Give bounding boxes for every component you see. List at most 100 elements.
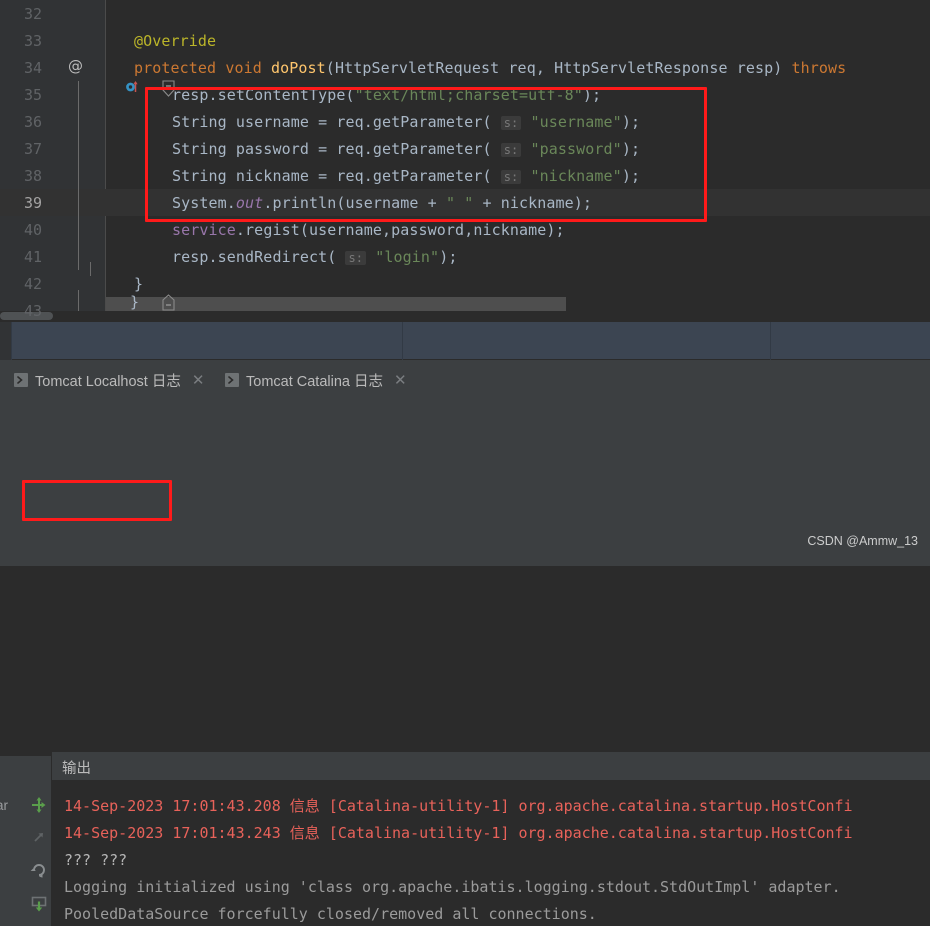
log-line: ??? ??? — [64, 851, 128, 869]
param-hint-badge: s: — [500, 170, 522, 184]
punct: ); — [621, 113, 641, 131]
code-line-32[interactable]: 32 — [0, 0, 930, 27]
code-content: resp.setContentType("text/html;charset=u… — [106, 86, 601, 104]
string-literal: " " — [445, 194, 474, 212]
tab-label: Tomcat Localhost 日志 — [35, 373, 181, 390]
param-req: req, — [499, 59, 555, 77]
up-arrow-icon[interactable] — [28, 826, 50, 848]
console-action-bar[interactable] — [24, 756, 52, 926]
punct: ); — [621, 140, 641, 158]
code-line-34[interactable]: 34 @ protected void doPost(HttpServletRe — [0, 54, 930, 97]
rerun-failed-icon[interactable] — [28, 859, 50, 881]
punct: ); — [439, 248, 458, 266]
field-service: service — [172, 221, 236, 239]
keyword-protected: protected — [134, 59, 217, 77]
param-resp: resp — [727, 59, 774, 77]
tool-window-tab-bar[interactable]: Tomcat Localhost 日志 ✕ Tomcat Catalina 日志… — [0, 364, 930, 396]
line-number: 40 — [23, 221, 42, 239]
log-line: Logging initialized using 'class org.apa… — [64, 878, 841, 896]
tool-window-side-bar[interactable] — [0, 756, 24, 926]
field-out: out — [235, 194, 264, 212]
code-content: } — [130, 293, 139, 311]
rerun-icon[interactable] — [28, 794, 50, 816]
code-content: String username = req.getParameter( s: "… — [106, 113, 640, 131]
string-literal: "text/html;charset=utf-8" — [354, 86, 583, 104]
log-line: PooledDataSource forcefully closed/remov… — [64, 905, 597, 923]
tab-label: Tomcat Catalina 日志 — [246, 373, 383, 390]
code-line-41[interactable]: 41 resp.sendRedirect( s: "login"); — [0, 243, 930, 270]
code-content: resp.sendRedirect( s: "login"); — [106, 248, 457, 266]
editor-preview-strip[interactable] — [0, 322, 930, 360]
send-redirect-call: resp.sendRedirect( — [172, 248, 346, 266]
log-line: 14-Sep-2023 17:01:43.243 信息 [Catalina-ut… — [64, 824, 853, 842]
system-ref: System. — [172, 194, 236, 212]
tab-tomcat-localhost-log[interactable]: Tomcat Localhost 日志 ✕ — [14, 367, 204, 393]
line-number: 42 — [23, 275, 42, 293]
code-line-42[interactable]: 42 } — [0, 262, 930, 311]
punct: ( — [325, 59, 335, 77]
code-content: String password = req.getParameter( s: "… — [106, 140, 640, 158]
call-set-content-type: resp.setContentType( — [172, 86, 355, 104]
code-editor[interactable]: 32 33 @Override 34 @ protected void doPo… — [0, 0, 930, 320]
line-number: 36 — [23, 113, 42, 131]
string-literal: "nickname" — [521, 167, 622, 185]
code-content: String nickname = req.getParameter( s: "… — [106, 167, 640, 185]
param-hint-badge: s: — [500, 143, 522, 157]
punct: ) — [773, 59, 792, 77]
side-tab-label[interactable]: ar — [0, 798, 8, 813]
strip-left-pad — [0, 322, 11, 360]
close-icon[interactable]: ✕ — [394, 373, 407, 388]
close-brace: } — [130, 293, 140, 311]
annotation-gutter-icon[interactable]: @ — [68, 57, 83, 75]
code-content: @Override — [106, 32, 216, 50]
code-line-40[interactable]: 40 service.regist(username,password,nick… — [0, 216, 930, 243]
code-content: service.regist(username,password,nicknam… — [106, 221, 565, 239]
string-literal: "login" — [366, 248, 440, 266]
terminal-icon — [14, 373, 28, 387]
override-method-icon[interactable] — [48, 60, 138, 92]
output-header-label: 输出 — [62, 761, 91, 777]
line-number: 38 — [23, 167, 42, 185]
strip-divider — [770, 322, 771, 360]
line-number: 43 — [23, 302, 42, 320]
annotation-override: @Override — [134, 32, 217, 50]
println-call: .println(username + — [263, 194, 446, 212]
code-line-38[interactable]: 38 String nickname = req.getParameter( s… — [0, 162, 930, 189]
tab-tomcat-catalina-log[interactable]: Tomcat Catalina 日志 ✕ — [225, 367, 407, 393]
gutter-markers[interactable]: @ — [44, 54, 138, 92]
decl-password: String password = req.getParameter( — [172, 140, 501, 158]
code-line-36[interactable]: 36 String username = req.getParameter( s… — [0, 108, 930, 135]
string-literal: "password" — [521, 140, 622, 158]
scroll-to-end-icon[interactable] — [28, 893, 50, 915]
punct: ); — [582, 86, 602, 104]
code-line-33[interactable]: 33 @Override — [0, 27, 930, 54]
close-icon[interactable]: ✕ — [192, 373, 205, 388]
tool-window[interactable]: Tomcat Localhost 日志 ✕ Tomcat Catalina 日志… — [0, 360, 930, 926]
code-content: System.out.println(username + " " + nick… — [106, 194, 592, 212]
annotation-rect-console — [22, 480, 172, 521]
line-number: 35 — [23, 86, 42, 104]
console-output[interactable]: 14-Sep-2023 17:01:43.208 信息 [Catalina-ut… — [52, 780, 930, 926]
watermark: CSDN @Ammw_13 — [807, 534, 918, 548]
line-number: 33 — [23, 32, 42, 50]
param-hint-badge: s: — [500, 116, 522, 130]
strip-divider — [11, 322, 12, 360]
concat-nickname: + nickname); — [473, 194, 593, 212]
line-number: 39 — [23, 194, 42, 212]
type-http-servlet-response: HttpServletResponse — [554, 59, 728, 77]
param-hint-badge: s: — [345, 251, 367, 265]
keyword-void: void — [225, 59, 262, 77]
fold-region-end[interactable] — [78, 262, 175, 311]
line-number: 41 — [23, 248, 42, 266]
log-line: 14-Sep-2023 17:01:43.208 信息 [Catalina-ut… — [64, 797, 853, 815]
punct: ); — [621, 167, 641, 185]
strip-divider — [402, 322, 403, 360]
code-content: protected void doPost(HttpServletRequest… — [106, 59, 846, 77]
output-header: 输出 — [52, 752, 930, 780]
method-name: doPost — [271, 59, 326, 77]
fold-end-icon[interactable] — [84, 275, 175, 311]
string-literal: "username" — [521, 113, 622, 131]
code-line-37[interactable]: 37 String password = req.getParameter( s… — [0, 135, 930, 162]
decl-nickname: String nickname = req.getParameter( — [172, 167, 501, 185]
code-line-39[interactable]: 39 System.out.println(username + " " + n… — [0, 189, 930, 216]
